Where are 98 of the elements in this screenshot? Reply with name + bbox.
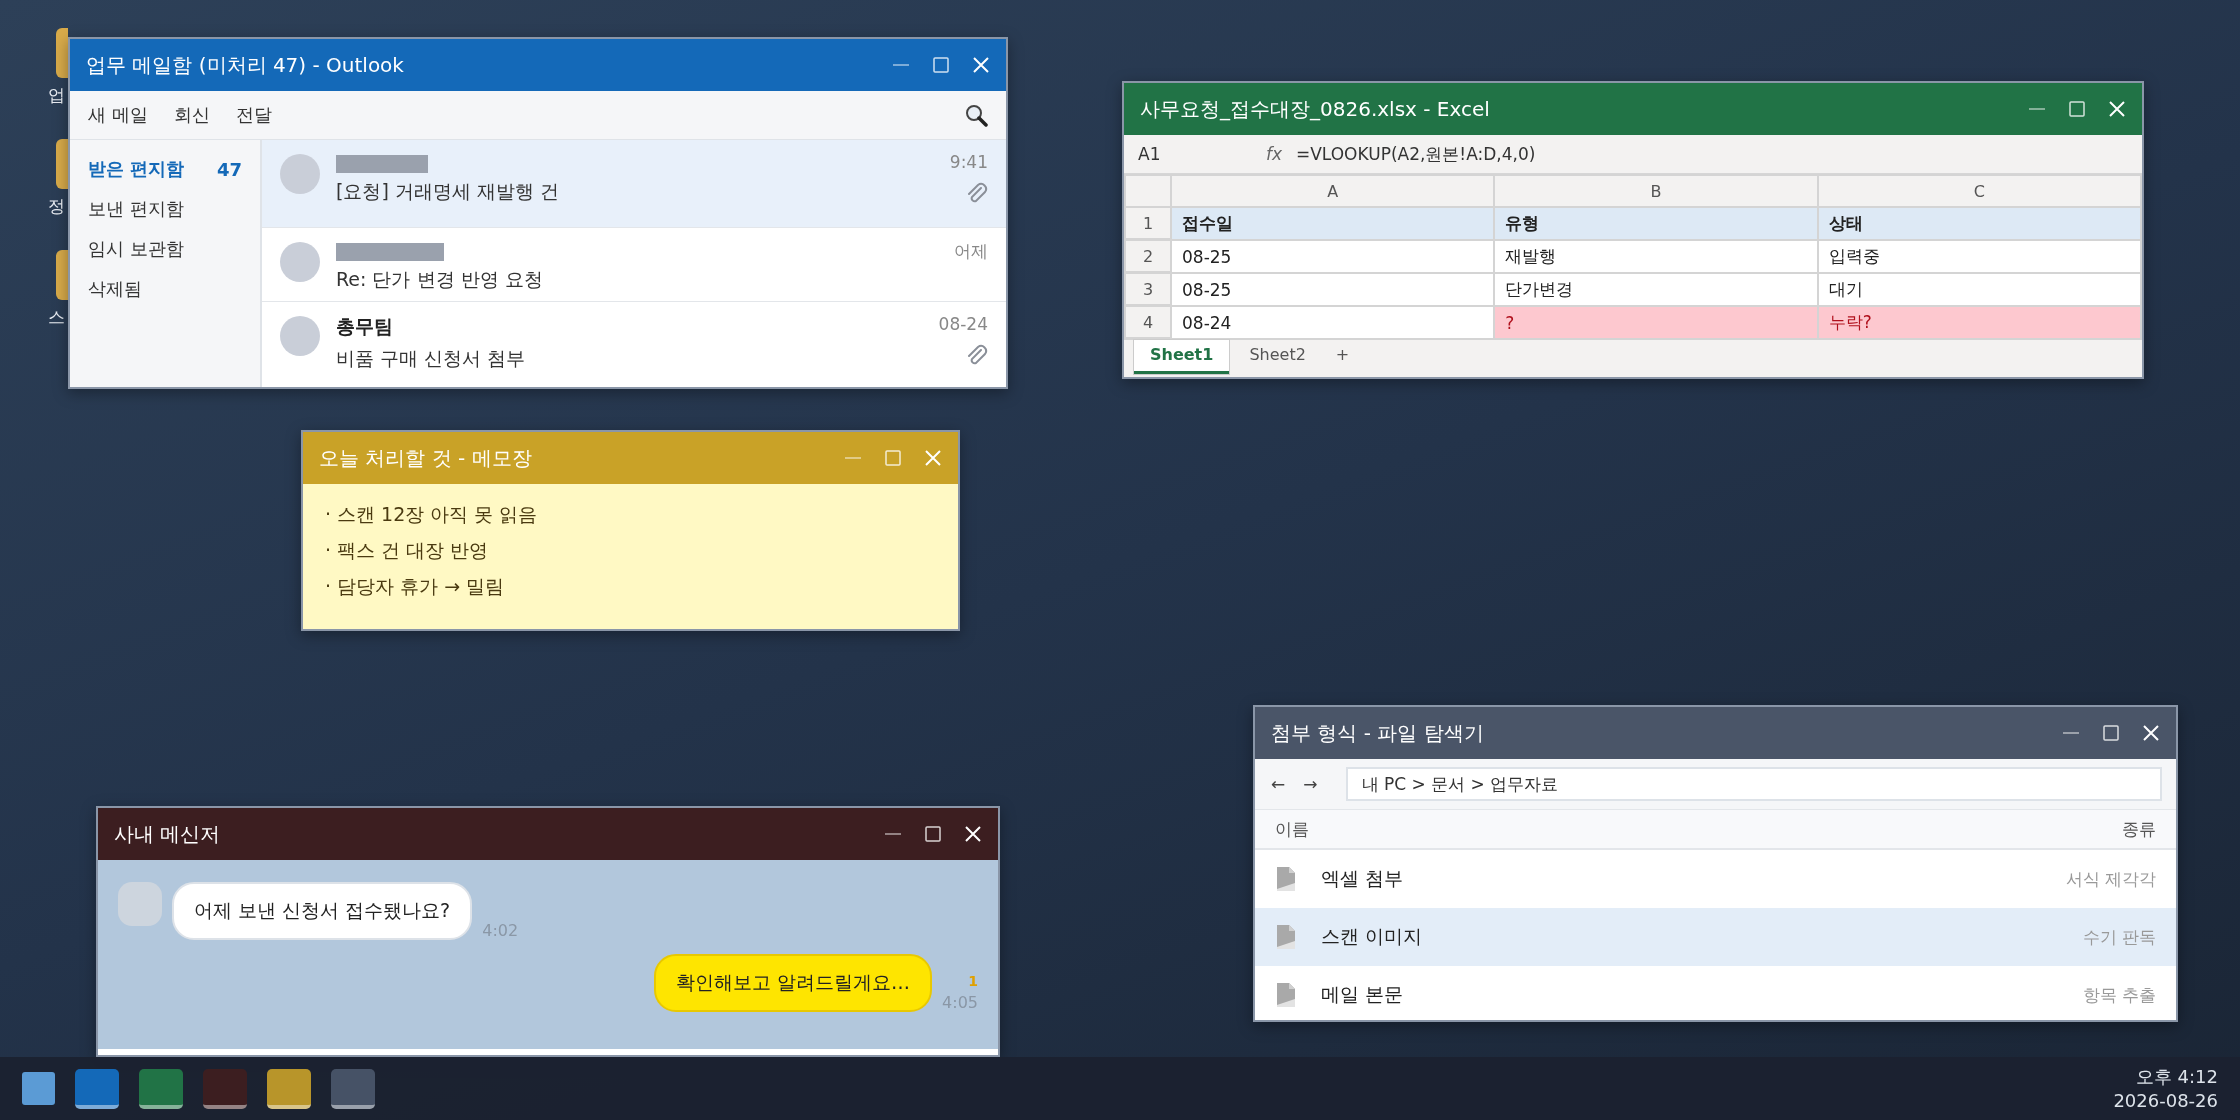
clock-time: 오후 4:12 <box>2135 1065 2218 1089</box>
message-sender: 총무팀 <box>336 314 394 339</box>
window-title: 업무 메일함 (미처리 47) - Outlook <box>86 51 405 79</box>
toolbar-button[interactable]: 새 메일 <box>88 103 148 127</box>
table-cell[interactable]: 누락? <box>1818 307 2140 338</box>
maximize-icon[interactable] <box>924 825 942 843</box>
message-time: 08-24 <box>938 314 988 334</box>
avatar <box>280 154 320 194</box>
file-name: 스캔 이미지 <box>1321 924 1424 949</box>
maximize-icon[interactable] <box>2102 724 2120 742</box>
search-icon[interactable] <box>964 103 988 127</box>
folder-item[interactable]: 임시 보관함 <box>88 234 242 264</box>
message-row[interactable]: Re: 단가 변경 반영 요청 어제 <box>262 228 1006 302</box>
avatar <box>280 316 320 356</box>
avatar <box>118 882 162 926</box>
file-type: 항목 추출 <box>2082 983 2156 1007</box>
maximize-icon[interactable] <box>932 56 950 74</box>
message-input-area[interactable] <box>98 1049 998 1055</box>
toolbar-button[interactable]: 전달 <box>235 103 272 127</box>
taskbar-app-button[interactable] <box>139 1068 183 1109</box>
folder-icon[interactable] <box>56 28 68 78</box>
folder-item[interactable]: 받은 편지함 47 <box>88 154 242 184</box>
close-icon[interactable] <box>964 825 982 843</box>
message-subject: [요청] 거래명세 재발행 건 <box>336 179 560 204</box>
file-icon <box>1275 982 1297 1008</box>
address-field[interactable]: 내 PC > 문서 > 업무자료 <box>1345 767 2162 801</box>
window-title: 사무요청_접수대장_0826.xlsx - Excel <box>1140 95 1491 123</box>
avatar <box>280 242 320 282</box>
chat-bubble: 어제 보낸 신청서 접수됐나요? <box>172 882 473 940</box>
window-title: 오늘 처리할 것 - 메모장 <box>319 444 533 472</box>
toolbar-button[interactable]: 회신 <box>173 103 210 127</box>
desktop-icon-label: 정 <box>48 195 65 218</box>
table-cell[interactable]: 재발행 <box>1495 241 1817 272</box>
formula-text[interactable]: =VLOOKUP(A2,원본!A:D,4,0) <box>1296 142 1536 166</box>
unread-count: 47 <box>216 158 242 180</box>
folder-icon[interactable] <box>56 250 68 300</box>
desktop-icon-label: 업 <box>48 84 65 107</box>
table-cell[interactable]: 유형 <box>1495 208 1817 239</box>
message-time: 9:41 <box>949 152 988 172</box>
table-cell[interactable]: 단가변경 <box>1495 274 1817 305</box>
folder-item[interactable]: 보낸 편지함 <box>88 194 242 224</box>
row-header[interactable]: 2 <box>1126 241 1170 271</box>
table-cell[interactable]: 상태 <box>1818 208 2140 239</box>
taskbar-app-button[interactable] <box>267 1068 311 1109</box>
clock-date: 2026-08-26 <box>2113 1088 2218 1112</box>
forward-button[interactable]: → <box>1301 774 1320 794</box>
file-name: 엑셀 첨부 <box>1321 866 1405 891</box>
cell-reference: A1 <box>1138 144 1162 164</box>
file-name: 메일 본문 <box>1321 982 1405 1007</box>
file-row[interactable]: 스캔 이미지 수기 판독 <box>1255 908 2176 966</box>
message-time: 어제 <box>954 240 988 263</box>
column-header[interactable]: A <box>1172 176 1494 206</box>
corner-cell <box>1126 176 1170 206</box>
file-type: 수기 판독 <box>2082 925 2156 949</box>
table-cell[interactable]: 08-25 <box>1172 274 1494 305</box>
folder-item[interactable]: 삭제됨 <box>88 274 242 304</box>
column-header[interactable]: 종류 <box>2122 817 2156 841</box>
window-title: 첨부 형식 - 파일 탐색기 <box>1271 719 1485 747</box>
column-header[interactable]: C <box>1818 176 2140 206</box>
column-header[interactable]: B <box>1495 176 1817 206</box>
file-type: 서식 제각각 <box>2065 867 2156 891</box>
table-cell[interactable]: ? <box>1495 307 1817 338</box>
note-line: · 담당자 휴가 → 밀림 <box>325 574 506 599</box>
desktop-icon-label: 스 <box>48 306 65 329</box>
message-subject: Re: 단가 변경 반영 요청 <box>336 267 544 292</box>
message-row[interactable]: 총무팀 비품 구매 신청서 첨부 08-24 <box>262 302 1006 387</box>
window-title: 사내 메신저 <box>114 820 222 848</box>
row-header[interactable]: 4 <box>1126 307 1170 337</box>
table-cell[interactable]: 접수일 <box>1172 208 1494 239</box>
table-cell[interactable]: 08-25 <box>1172 241 1494 272</box>
file-icon <box>1275 866 1297 892</box>
unread-count: 1 <box>968 973 978 989</box>
folder-icon[interactable] <box>56 139 68 189</box>
taskbar-app-button[interactable] <box>75 1068 119 1109</box>
row-header[interactable]: 1 <box>1126 208 1170 238</box>
function-label: fx <box>1266 144 1284 164</box>
column-header[interactable]: 이름 <box>1275 817 1309 841</box>
message-row[interactable]: [요청] 거래명세 재발행 건 9:41 <box>262 140 1006 228</box>
back-button[interactable]: ← <box>1269 774 1288 794</box>
row-header[interactable]: 3 <box>1126 274 1170 304</box>
start-button[interactable] <box>22 1072 55 1105</box>
sheet-tab[interactable]: Sheet2 <box>1233 340 1322 374</box>
add-sheet-button[interactable]: + <box>1325 340 1360 369</box>
taskbar-app-button[interactable] <box>203 1068 247 1109</box>
close-icon[interactable] <box>2142 724 2160 742</box>
file-row[interactable]: 메일 본문 항목 추출 <box>1255 966 2176 1020</box>
message-subject: 비품 구매 신청서 첨부 <box>336 346 527 371</box>
maximize-icon[interactable] <box>2068 100 2086 118</box>
note-line: · 스캔 12장 아직 못 읽음 <box>325 502 539 527</box>
chat-bubble: 확인해보고 알려드릴게요… <box>654 954 933 1012</box>
table-cell[interactable]: 08-24 <box>1172 307 1494 338</box>
file-row[interactable]: 엑셀 첨부 서식 제각각 <box>1255 850 2176 908</box>
table-cell[interactable]: 입력중 <box>1818 241 2140 272</box>
table-cell[interactable]: 대기 <box>1818 274 2140 305</box>
note-line: · 팩스 건 대장 반영 <box>325 538 490 563</box>
taskbar-app-button[interactable] <box>331 1068 375 1109</box>
sheet-tab[interactable]: Sheet1 <box>1134 340 1230 374</box>
file-icon <box>1275 924 1297 950</box>
